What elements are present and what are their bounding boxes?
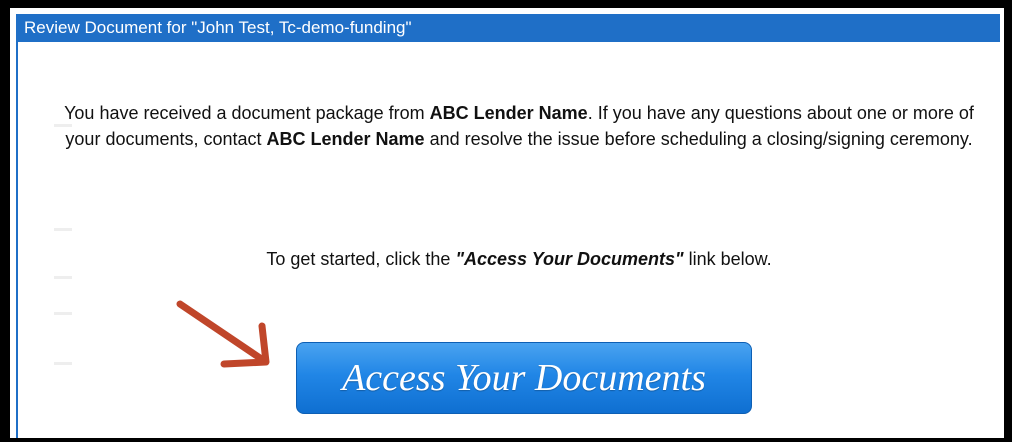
instruction-prefix: To get started, click the (266, 249, 456, 269)
review-document-dialog: Review Document for "John Test, Tc-demo-… (16, 14, 1000, 438)
faint-divider (54, 276, 72, 279)
intro-message: You have received a document package fro… (58, 100, 980, 152)
dialog-title: Review Document for "John Test, Tc-demo-… (18, 14, 1000, 42)
faint-divider (54, 228, 72, 231)
faint-divider (54, 312, 72, 315)
screenshot-frame: Review Document for "John Test, Tc-demo-… (0, 0, 1012, 442)
arrow-icon (176, 300, 270, 368)
dialog-content: You have received a document package fro… (18, 42, 1000, 438)
lender-name: ABC Lender Name (266, 129, 425, 149)
intro-text-part1: You have received a document package fro… (64, 103, 430, 123)
get-started-instruction: To get started, click the "Access Your D… (58, 246, 980, 272)
access-your-documents-button[interactable]: Access Your Documents (296, 342, 752, 414)
instruction-link-name: "Access Your Documents" (455, 249, 684, 269)
faint-divider (54, 362, 72, 365)
instruction-suffix: link below. (683, 249, 772, 269)
intro-text-part3: and resolve the issue before scheduling … (424, 129, 973, 149)
lender-name: ABC Lender Name (429, 103, 588, 123)
